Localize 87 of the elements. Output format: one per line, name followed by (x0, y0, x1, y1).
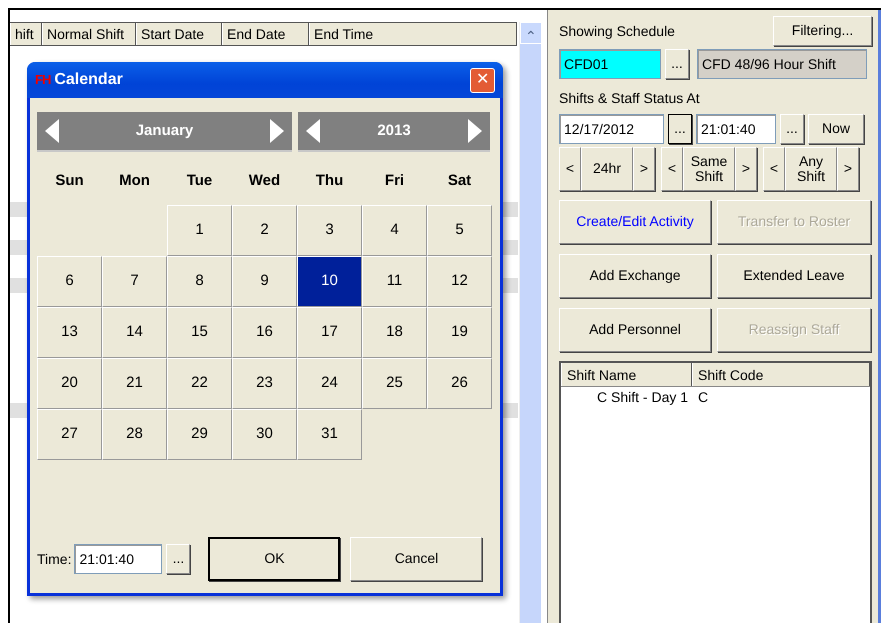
day-cell[interactable]: 13 (37, 307, 102, 358)
status-label: Shifts & Staff Status At (559, 89, 701, 108)
day-cell[interactable]: 19 (427, 307, 492, 358)
day-cell[interactable]: 27 (37, 409, 102, 460)
day-cell[interactable]: 17 (297, 307, 362, 358)
action-button[interactable]: Add Exchange (559, 254, 711, 298)
column-header[interactable]: Shift Name (561, 363, 692, 386)
weekday-label: Mon (118, 171, 151, 191)
previous-button[interactable]: < (763, 147, 785, 191)
day-cell[interactable]: 6 (37, 256, 102, 307)
day-cell[interactable]: 11 (362, 256, 427, 307)
month-label: January (136, 120, 194, 141)
action-button[interactable]: Add Personnel (559, 308, 711, 352)
column-header[interactable]: Shift Code (692, 363, 870, 386)
previous-year-button[interactable] (306, 119, 320, 143)
app-logo: FH (35, 71, 50, 90)
day-cell[interactable]: 18 (362, 307, 427, 358)
column-header[interactable]: End Date (222, 23, 309, 45)
column-header[interactable]: Normal Shift (42, 23, 136, 45)
time-field[interactable]: 21:01:40 (696, 114, 776, 144)
next-button[interactable]: > (735, 147, 757, 191)
day-cell[interactable]: 1 (167, 205, 232, 256)
date-field[interactable]: 12/17/2012 (559, 114, 664, 144)
day-cell[interactable]: 7 (102, 256, 167, 307)
next-button[interactable]: > (837, 147, 859, 191)
next-month-button[interactable] (270, 119, 284, 143)
date-picker-button[interactable]: ... (668, 114, 692, 144)
weekday-label: Wed (248, 171, 282, 191)
filtering-button[interactable]: Filtering... (773, 16, 872, 46)
action-button[interactable]: Create/Edit Activity (559, 200, 711, 244)
time-field[interactable]: 21:01:40 (74, 544, 162, 574)
day-cell[interactable]: 20 (37, 358, 102, 409)
period-button[interactable]: Any Shift (785, 147, 837, 191)
weekday-label: Thu (314, 171, 344, 191)
ok-button[interactable]: OK (208, 537, 340, 581)
scroll-up-button[interactable]: ⌃ (520, 22, 542, 44)
dialog-title: Calendar (54, 70, 123, 90)
column-header[interactable]: Start Date (136, 23, 222, 45)
day-cell[interactable]: 23 (232, 358, 297, 409)
day-cell[interactable]: 16 (232, 307, 297, 358)
scrollbar[interactable]: ⌃ (519, 22, 541, 623)
day-cell[interactable]: 26 (427, 358, 492, 409)
day-cell[interactable]: 12 (427, 256, 492, 307)
day-cell[interactable]: 9 (232, 256, 297, 307)
day-cell[interactable]: 30 (232, 409, 297, 460)
time-picker-button[interactable]: ... (780, 114, 804, 144)
time-label: Time: (37, 550, 72, 568)
weekday-label: Tue (186, 171, 214, 191)
day-cell[interactable]: 22 (167, 358, 232, 409)
schedule-name-field: CFD 48/96 Hour Shift (697, 49, 867, 79)
weekday-label: Fri (384, 171, 406, 191)
next-year-button[interactable] (468, 119, 482, 143)
cancel-button[interactable]: Cancel (350, 537, 482, 581)
day-cell[interactable]: 31 (297, 409, 362, 460)
previous-button[interactable]: < (559, 147, 581, 191)
column-header[interactable]: hift (10, 23, 42, 45)
year-label: 2013 (377, 120, 411, 141)
period-button[interactable]: 24hr (581, 147, 633, 191)
table-cell-text: C (697, 388, 708, 407)
schedule-label: Showing Schedule (559, 22, 675, 41)
day-cell[interactable]: 24 (297, 358, 362, 409)
day-cell[interactable]: 10 (297, 256, 362, 307)
day-cell[interactable]: 25 (362, 358, 427, 409)
column-header[interactable]: End Time (309, 23, 517, 45)
day-cell[interactable]: 2 (232, 205, 297, 256)
now-button[interactable]: Now (808, 114, 864, 144)
next-button[interactable]: > (633, 147, 655, 191)
time-picker-button[interactable]: ... (166, 544, 190, 574)
day-cell[interactable]: 15 (167, 307, 232, 358)
day-cell[interactable]: 21 (102, 358, 167, 409)
day-cell[interactable]: 14 (102, 307, 167, 358)
action-button[interactable]: Extended Leave (717, 254, 871, 298)
weekday-label: Sat (446, 171, 472, 191)
table-cell-text: C Shift - Day 1 (596, 388, 690, 407)
day-cell[interactable]: 28 (102, 409, 167, 460)
weekday-label: Sun (54, 171, 85, 191)
day-cell[interactable]: 3 (297, 205, 362, 256)
day-cell[interactable]: 29 (167, 409, 232, 460)
schedule-picker-button[interactable]: ... (665, 49, 689, 79)
previous-button[interactable]: < (661, 147, 683, 191)
day-cell[interactable]: 4 (362, 205, 427, 256)
day-cell[interactable]: 8 (167, 256, 232, 307)
period-button[interactable]: Same Shift (683, 147, 735, 191)
close-button[interactable]: ✕ (470, 68, 495, 92)
previous-month-button[interactable] (45, 119, 59, 143)
schedule-code-field[interactable]: CFD01 (559, 49, 661, 79)
day-cell[interactable]: 5 (427, 205, 492, 256)
